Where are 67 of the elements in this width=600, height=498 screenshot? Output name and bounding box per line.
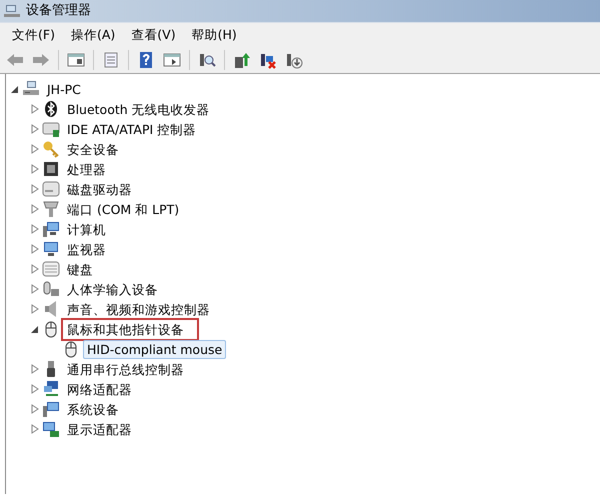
expand-icon[interactable] bbox=[30, 404, 40, 414]
help-icon bbox=[137, 51, 155, 69]
tree-item[interactable]: 通用串行总线控制器 bbox=[63, 360, 188, 378]
collapse-icon[interactable] bbox=[30, 324, 40, 334]
expand-icon[interactable] bbox=[30, 164, 40, 174]
input-device-icon bbox=[42, 280, 60, 298]
panel-icon bbox=[67, 51, 85, 69]
drive-icon bbox=[42, 120, 60, 138]
panel-button[interactable] bbox=[161, 51, 183, 69]
properties-icon bbox=[102, 51, 120, 69]
tree-item[interactable]: 显示适配器 bbox=[63, 420, 136, 438]
monitor-icon bbox=[42, 240, 60, 258]
expand-icon[interactable] bbox=[30, 124, 40, 134]
uninstall-icon bbox=[285, 51, 303, 69]
back-arrow-icon bbox=[6, 51, 24, 69]
menu-item[interactable]: 查看(V) bbox=[123, 24, 184, 46]
tree-item[interactable]: 人体学输入设备 bbox=[63, 280, 162, 298]
tree-item[interactable]: 安全设备 bbox=[63, 140, 123, 158]
key-icon bbox=[42, 140, 60, 158]
tree-item[interactable]: 系统设备 bbox=[63, 400, 123, 418]
expand-icon[interactable] bbox=[30, 384, 40, 394]
expand-icon[interactable] bbox=[30, 304, 40, 314]
forward-arrow-icon bbox=[32, 51, 50, 69]
update-icon bbox=[233, 51, 251, 69]
display-adapter-icon bbox=[42, 420, 60, 438]
expand-icon[interactable] bbox=[30, 244, 40, 254]
expand-icon[interactable] bbox=[30, 264, 40, 274]
menu-item[interactable]: 操作(A) bbox=[62, 24, 124, 46]
expand-icon[interactable] bbox=[30, 364, 40, 374]
panel-icon bbox=[163, 51, 181, 69]
computer-icon bbox=[42, 220, 60, 238]
computer-icon bbox=[4, 4, 20, 18]
tree-item[interactable]: 鼠标和其他指针设备 bbox=[63, 320, 197, 338]
expand-icon[interactable] bbox=[30, 184, 40, 194]
network-icon bbox=[42, 380, 60, 398]
tree-item[interactable]: HID-compliant mouse bbox=[83, 340, 226, 358]
tree-item[interactable]: 端口 (COM 和 LPT) bbox=[63, 200, 184, 218]
tree-item[interactable]: 网络适配器 bbox=[63, 380, 136, 398]
computer-icon bbox=[22, 80, 40, 98]
menu-item[interactable]: 文件(F) bbox=[4, 24, 63, 46]
expand-icon[interactable] bbox=[30, 224, 40, 234]
bluetooth-icon bbox=[42, 100, 60, 118]
tree-item[interactable]: JH-PC bbox=[43, 80, 85, 98]
window-title: 设备管理器 bbox=[26, 2, 91, 20]
keyboard-icon bbox=[42, 260, 60, 278]
tree-item[interactable]: 监视器 bbox=[63, 240, 110, 258]
port-icon bbox=[42, 200, 60, 218]
collapse-icon[interactable] bbox=[10, 84, 20, 94]
tree-item[interactable]: 计算机 bbox=[63, 220, 110, 238]
computer-icon bbox=[42, 400, 60, 418]
panel-button[interactable] bbox=[65, 51, 87, 69]
tree-item[interactable]: 处理器 bbox=[63, 160, 110, 178]
expand-icon[interactable] bbox=[30, 144, 40, 154]
expand-icon[interactable] bbox=[30, 204, 40, 214]
tree-item[interactable]: 磁盘驱动器 bbox=[63, 180, 136, 198]
expand-icon[interactable] bbox=[30, 424, 40, 434]
chip-icon bbox=[42, 160, 60, 178]
scan-icon bbox=[198, 51, 216, 69]
tree-item[interactable]: Bluetooth 无线电收发器 bbox=[63, 100, 214, 118]
tree-item[interactable]: IDE ATA/ATAPI 控制器 bbox=[63, 120, 200, 138]
disable-icon bbox=[259, 51, 277, 69]
drive-icon bbox=[42, 180, 60, 198]
expand-icon[interactable] bbox=[30, 104, 40, 114]
expand-icon[interactable] bbox=[30, 284, 40, 294]
menu-item[interactable]: 帮助(H) bbox=[184, 24, 245, 46]
tree-item[interactable]: 键盘 bbox=[63, 260, 97, 278]
tree-item[interactable]: 声音、视频和游戏控制器 bbox=[63, 300, 214, 318]
